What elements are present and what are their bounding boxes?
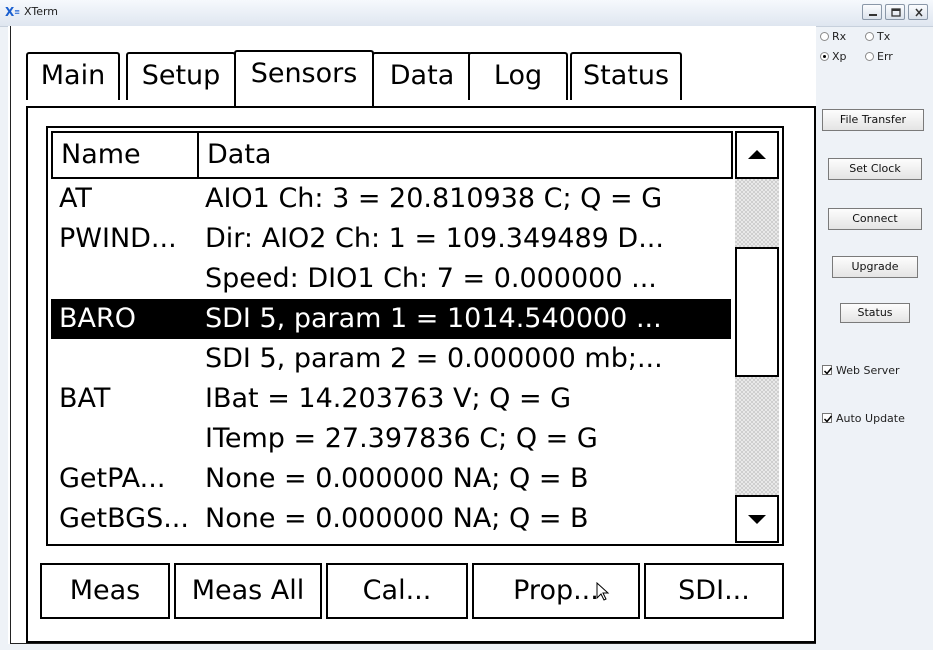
radio-tx[interactable]: Tx bbox=[865, 30, 890, 43]
xterm-app-icon: X≡ bbox=[5, 5, 21, 19]
sensor-grid-viewport: Name Data AT AIO1 Ch: 3 = 20.810938 C; Q… bbox=[51, 131, 779, 543]
checkbox-box bbox=[822, 413, 833, 423]
sensor-data: None = 0.000000 NA; Q = B bbox=[205, 463, 589, 494]
radio-err[interactable]: Err bbox=[865, 50, 893, 63]
sensor-name: PWIND... bbox=[59, 223, 177, 254]
sensor-data: SDI 5, param 2 = 0.000000 mb;... bbox=[205, 343, 663, 374]
maximize-icon bbox=[891, 8, 901, 17]
connect-button[interactable]: Connect bbox=[828, 208, 922, 230]
column-header-name[interactable]: Name bbox=[51, 131, 199, 179]
radio-label: Tx bbox=[877, 30, 891, 43]
table-row[interactable]: BAT IBat = 14.203763 V; Q = G bbox=[51, 379, 731, 419]
close-button[interactable] bbox=[908, 4, 928, 20]
checkbox-label: Web Server bbox=[836, 364, 900, 377]
table-row[interactable]: AT AIO1 Ch: 3 = 20.810938 C; Q = G bbox=[51, 179, 731, 219]
minimize-icon bbox=[869, 14, 877, 16]
table-row[interactable]: GetPA... None = 0.000000 NA; Q = B bbox=[51, 459, 731, 499]
sensor-name: BAT bbox=[59, 383, 111, 414]
set-clock-button[interactable]: Set Clock bbox=[828, 158, 922, 180]
scroll-down-button[interactable] bbox=[735, 495, 779, 543]
arrow-up-icon bbox=[748, 150, 766, 159]
file-transfer-button[interactable]: File Transfer bbox=[822, 109, 924, 131]
scroll-thumb[interactable] bbox=[735, 247, 779, 377]
xterm-window: X≡ XTerm Main Setup Sensors Data Log Sta… bbox=[0, 0, 933, 650]
cal-button[interactable]: Cal... bbox=[326, 563, 468, 619]
sensor-data: ITemp = 27.397836 C; Q = G bbox=[205, 423, 598, 454]
prop-button[interactable]: Prop... bbox=[472, 563, 640, 619]
mouse-cursor-icon bbox=[596, 582, 610, 601]
table-row[interactable]: SDI 5, param 2 = 0.000000 mb;... bbox=[51, 339, 731, 379]
radio-dot-selected bbox=[820, 52, 829, 61]
radio-label: Xp bbox=[832, 50, 847, 63]
tab-main[interactable]: Main bbox=[26, 52, 120, 100]
meas-button[interactable]: Meas bbox=[40, 563, 170, 619]
radio-dot bbox=[865, 32, 874, 41]
checkmark-icon bbox=[823, 367, 833, 375]
radio-xp[interactable]: Xp bbox=[820, 50, 847, 63]
table-row-selected[interactable]: BARO SDI 5, param 1 = 1014.540000 ... bbox=[51, 299, 731, 339]
radio-label: Rx bbox=[832, 30, 847, 43]
sensor-data: SDI 5, param 1 = 1014.540000 ... bbox=[205, 303, 662, 334]
arrow-down-icon bbox=[748, 515, 766, 524]
sensor-data: AIO1 Ch: 3 = 20.810938 C; Q = G bbox=[205, 183, 663, 214]
meas-all-button[interactable]: Meas All bbox=[174, 563, 322, 619]
table-row[interactable]: ITemp = 27.397836 C; Q = G bbox=[51, 419, 731, 459]
maximize-button[interactable] bbox=[885, 4, 905, 20]
status-button[interactable]: Status bbox=[840, 303, 910, 323]
column-header-data[interactable]: Data bbox=[197, 131, 733, 179]
radio-label: Err bbox=[877, 50, 893, 63]
radio-rx[interactable]: Rx bbox=[820, 30, 846, 43]
sensor-data: Dir: AIO2 Ch: 1 = 109.349489 D... bbox=[205, 223, 664, 254]
table-row[interactable]: PWIND... Dir: AIO2 Ch: 1 = 109.349489 D.… bbox=[51, 219, 731, 259]
sensor-grid[interactable]: Name Data AT AIO1 Ch: 3 = 20.810938 C; Q… bbox=[46, 126, 784, 546]
sensor-data: Speed: DIO1 Ch: 7 = 0.000000 ... bbox=[205, 263, 657, 294]
sdi-button[interactable]: SDI... bbox=[644, 563, 784, 619]
table-row[interactable]: GetBGS... None = 0.000000 NA; Q = B bbox=[51, 499, 731, 539]
tab-setup[interactable]: Setup bbox=[126, 52, 236, 100]
prop-button-label: Prop... bbox=[513, 575, 599, 606]
sensor-name: BARO bbox=[59, 303, 137, 334]
sensor-data: IBat = 14.203763 V; Q = G bbox=[205, 383, 572, 414]
sensor-name: GetPA... bbox=[59, 463, 166, 494]
vertical-scrollbar[interactable] bbox=[735, 131, 779, 543]
auto-update-checkbox[interactable]: Auto Update bbox=[822, 412, 905, 425]
title-bar[interactable]: X≡ XTerm bbox=[0, 0, 933, 27]
sensor-name: AT bbox=[59, 183, 92, 214]
sensor-name: GetBGS... bbox=[59, 503, 189, 534]
tab-status[interactable]: Status bbox=[570, 52, 682, 100]
tab-sensors[interactable]: Sensors bbox=[234, 50, 374, 106]
checkmark-icon bbox=[823, 415, 833, 423]
minimize-button[interactable] bbox=[862, 4, 882, 20]
close-icon bbox=[915, 8, 923, 17]
sensor-data: None = 0.000000 NA; Q = B bbox=[205, 503, 589, 534]
main-screen: Main Setup Sensors Data Log Status Name … bbox=[8, 26, 816, 644]
table-row[interactable]: Speed: DIO1 Ch: 7 = 0.000000 ... bbox=[51, 259, 731, 299]
radio-dot bbox=[820, 32, 829, 41]
scroll-up-button[interactable] bbox=[735, 131, 779, 179]
window-title: XTerm bbox=[24, 5, 59, 18]
upgrade-button[interactable]: Upgrade bbox=[832, 256, 918, 278]
radio-dot bbox=[865, 52, 874, 61]
tab-data[interactable]: Data bbox=[372, 52, 472, 100]
checkbox-box bbox=[822, 365, 833, 375]
checkbox-label: Auto Update bbox=[836, 412, 905, 425]
web-server-checkbox[interactable]: Web Server bbox=[822, 364, 900, 377]
tab-log[interactable]: Log bbox=[468, 52, 568, 100]
